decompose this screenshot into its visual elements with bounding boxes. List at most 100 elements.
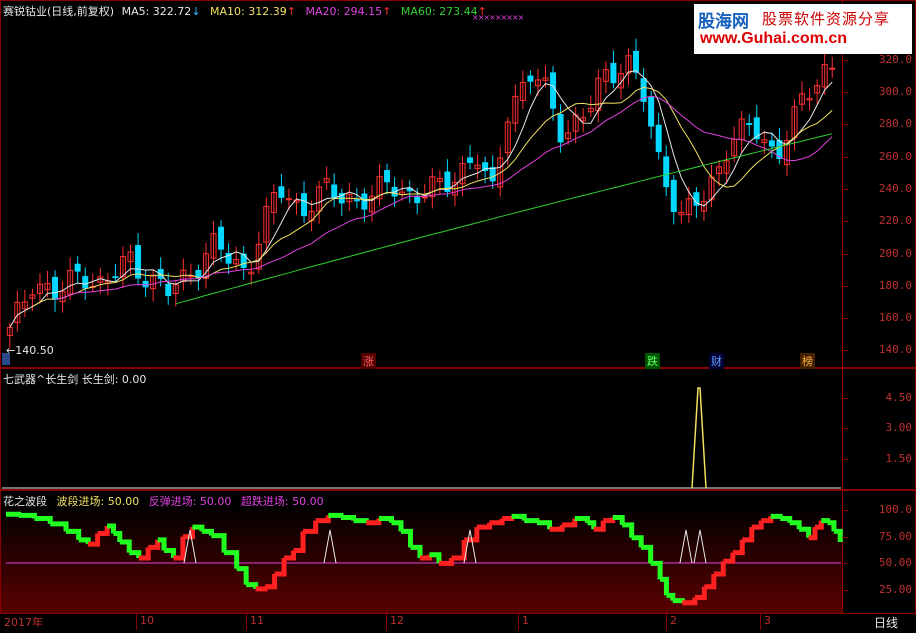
ind1-value: 长生剑: 0.00 [81, 373, 147, 386]
x-grid [760, 612, 761, 630]
ind2-wave-segment [821, 518, 831, 524]
ind2-legend-oversold: 超跌进场: 50.00 [240, 495, 324, 508]
candle-body [301, 193, 308, 217]
candle-body [285, 198, 292, 201]
y-tick-label: 4.50 [885, 391, 913, 404]
candle-body [768, 140, 775, 147]
chart-canvas[interactable] [0, 0, 916, 632]
candle-body [165, 283, 172, 297]
y-tick-line [842, 92, 848, 93]
candle-body [670, 179, 677, 213]
watermark-brand: 股海网 [698, 12, 749, 32]
candle-body [74, 263, 81, 272]
y-tick-label: 240.0 [878, 182, 912, 195]
x-tick-jan: 1 [522, 614, 529, 627]
y-tick-label: 200.0 [878, 247, 912, 260]
candle-body [489, 167, 496, 182]
y-tick-label: 100.0 [878, 503, 912, 516]
candle-body [655, 124, 662, 153]
x-tick-oct: 10 [140, 614, 154, 627]
period-button[interactable]: 日线 [874, 614, 910, 630]
candle-body [610, 62, 617, 84]
ind2-wave-segment [328, 512, 344, 518]
x-tick-dec: 12 [390, 614, 404, 627]
candle-body [384, 170, 391, 183]
candle-body [353, 199, 360, 202]
y-tick-line [842, 157, 848, 158]
ind2-wave-segment [6, 511, 22, 517]
candle-body [648, 96, 655, 127]
ind2-wave-segment [524, 518, 540, 524]
event-mark-left-icon [2, 353, 10, 365]
x-tick-year: 2017年 [4, 616, 43, 629]
y-tick-label: 260.0 [878, 150, 912, 163]
x-tick-nov: 11 [250, 614, 264, 627]
ma10-arrow-icon: ↑ [286, 5, 296, 18]
y-tick-line [842, 221, 848, 222]
ind2-header: 花之波段 波段进场: 50.00 反弹进场: 50.00 超跌进场: 50.00 [3, 493, 324, 509]
event-mark-finance[interactable]: 财 [709, 353, 724, 369]
ind2-title: 花之波段 [3, 495, 47, 508]
y-tick-label: 50.00 [878, 556, 912, 569]
candle-body [421, 196, 428, 199]
y-tick-line [842, 60, 848, 61]
ma5-arrow-icon: ↓ [191, 5, 201, 18]
candle-body [135, 245, 142, 279]
period-label: (日线,前复权) [47, 5, 115, 18]
candle-body [527, 75, 534, 82]
y-tick-label: 320.0 [878, 53, 912, 66]
ind2-wave-segment [255, 586, 268, 592]
ma10-label: MA10: 312.39 [210, 5, 287, 18]
low-price-marker: ←140.50 [6, 344, 54, 357]
candle-body [52, 276, 59, 300]
candle-body [557, 114, 564, 143]
candle-body [746, 123, 753, 126]
watermark-url: www.Guhai.com.cn [700, 30, 847, 47]
y-tick-line [842, 459, 848, 460]
candle-body [633, 50, 640, 73]
y-tick-label: 140.0 [878, 343, 912, 356]
candle-body [414, 196, 421, 204]
x-grid [136, 612, 137, 630]
y-tick-label: 300.0 [878, 85, 912, 98]
ind2-legend-wave: 波段进场: 50.00 [56, 495, 140, 508]
x-axis-bar [0, 613, 916, 633]
candle-body [331, 184, 338, 199]
y-tick-line [842, 124, 848, 125]
y-tick-line [842, 563, 848, 564]
y-tick-line [842, 318, 848, 319]
y-tick-label: 75.00 [878, 530, 912, 543]
ind2-wave-segment [502, 516, 515, 522]
ind2-legend-rebound: 反弹进场: 50.00 [148, 495, 232, 508]
candle-body [361, 193, 368, 210]
stock-name: 赛锐钴业 [3, 5, 47, 18]
candle-body [278, 186, 285, 198]
ma60-label: MA60: 273.44 [400, 5, 478, 18]
y-tick-label: 160.0 [878, 311, 912, 324]
y-tick-line [842, 286, 848, 287]
candle-body [550, 72, 557, 109]
x-grid [518, 612, 519, 630]
y-tick-line [842, 254, 848, 255]
y-tick-label: 25.00 [878, 583, 912, 596]
x-tick-feb: 2 [670, 614, 677, 627]
event-mark-fall[interactable]: 跌 [645, 353, 660, 369]
y-tick-line [842, 428, 848, 429]
candle-body [467, 157, 474, 163]
candle-body [112, 276, 119, 279]
watermark-tagline: 股票软件资源分享 [762, 10, 891, 28]
y-tick-label: 1.50 [885, 452, 913, 465]
ind2-wave-segment [770, 513, 783, 519]
ind1-spike [691, 387, 707, 489]
event-mark-rise[interactable]: 涨 [361, 353, 376, 369]
candle-body [829, 67, 836, 70]
ind2-wave-segment [353, 518, 369, 524]
y-tick-label: 220.0 [878, 214, 912, 227]
y-tick-line [842, 590, 848, 591]
ma20-arrow-icon: ↑ [382, 5, 392, 18]
event-mark-rank[interactable]: 榜 [800, 353, 815, 369]
x-tick-mar: 3 [764, 614, 771, 627]
y-tick-label: 280.0 [878, 117, 912, 130]
ind1-title: 七武器^长生剑 [3, 373, 79, 386]
watermark-logo: 股海网 股票软件资源分享 www.Guhai.com.cn [694, 4, 912, 54]
